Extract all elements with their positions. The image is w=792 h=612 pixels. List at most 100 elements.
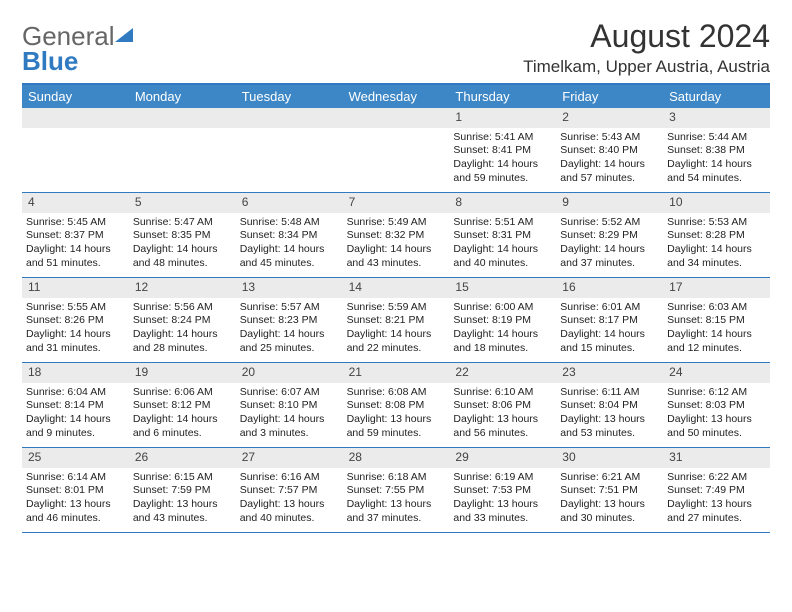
day-cell: 17Sunrise: 6:03 AMSunset: 8:15 PMDayligh…: [663, 278, 770, 362]
brand-logo: General Blue: [22, 18, 133, 73]
day-cell: 14Sunrise: 5:59 AMSunset: 8:21 PMDayligh…: [343, 278, 450, 362]
sunrise-text: Sunrise: 5:59 AM: [347, 301, 446, 315]
weekday-friday: Friday: [556, 85, 663, 108]
daylight-text: Daylight: 14 hours and 25 minutes.: [240, 328, 339, 355]
sunset-text: Sunset: 8:04 PM: [560, 399, 659, 413]
day-number: 21: [343, 363, 450, 383]
day-cell: 13Sunrise: 5:57 AMSunset: 8:23 PMDayligh…: [236, 278, 343, 362]
weekday-header: SundayMondayTuesdayWednesdayThursdayFrid…: [22, 85, 770, 108]
sunset-text: Sunset: 8:14 PM: [26, 399, 125, 413]
day-number: 24: [663, 363, 770, 383]
daylight-text: Daylight: 14 hours and 43 minutes.: [347, 243, 446, 270]
sunset-text: Sunset: 8:12 PM: [133, 399, 232, 413]
sunrise-text: Sunrise: 5:51 AM: [453, 216, 552, 230]
daylight-text: Daylight: 14 hours and 12 minutes.: [667, 328, 766, 355]
sunset-text: Sunset: 8:35 PM: [133, 229, 232, 243]
sunrise-text: Sunrise: 5:45 AM: [26, 216, 125, 230]
day-cell: 11Sunrise: 5:55 AMSunset: 8:26 PMDayligh…: [22, 278, 129, 362]
day-cell: 22Sunrise: 6:10 AMSunset: 8:06 PMDayligh…: [449, 363, 556, 447]
day-cell: 2Sunrise: 5:43 AMSunset: 8:40 PMDaylight…: [556, 108, 663, 192]
weekday-tuesday: Tuesday: [236, 85, 343, 108]
sunrise-text: Sunrise: 5:57 AM: [240, 301, 339, 315]
weekday-saturday: Saturday: [663, 85, 770, 108]
daylight-text: Daylight: 14 hours and 22 minutes.: [347, 328, 446, 355]
day-cell: 15Sunrise: 6:00 AMSunset: 8:19 PMDayligh…: [449, 278, 556, 362]
daylight-text: Daylight: 14 hours and 51 minutes.: [26, 243, 125, 270]
sunset-text: Sunset: 7:55 PM: [347, 484, 446, 498]
daylight-text: Daylight: 13 hours and 46 minutes.: [26, 498, 125, 525]
sunrise-text: Sunrise: 6:22 AM: [667, 471, 766, 485]
week-row: 25Sunrise: 6:14 AMSunset: 8:01 PMDayligh…: [22, 448, 770, 533]
daylight-text: Daylight: 13 hours and 33 minutes.: [453, 498, 552, 525]
weekday-monday: Monday: [129, 85, 236, 108]
daylight-text: Daylight: 14 hours and 40 minutes.: [453, 243, 552, 270]
daylight-text: Daylight: 14 hours and 37 minutes.: [560, 243, 659, 270]
sunset-text: Sunset: 7:59 PM: [133, 484, 232, 498]
sunset-text: Sunset: 8:03 PM: [667, 399, 766, 413]
sunset-text: Sunset: 8:29 PM: [560, 229, 659, 243]
day-cell: 18Sunrise: 6:04 AMSunset: 8:14 PMDayligh…: [22, 363, 129, 447]
title-block: August 2024 Timelkam, Upper Austria, Aus…: [523, 18, 770, 77]
day-number: 9: [556, 193, 663, 213]
day-cell: 9Sunrise: 5:52 AMSunset: 8:29 PMDaylight…: [556, 193, 663, 277]
sunrise-text: Sunrise: 6:18 AM: [347, 471, 446, 485]
day-cell: 26Sunrise: 6:15 AMSunset: 7:59 PMDayligh…: [129, 448, 236, 532]
day-number: 29: [449, 448, 556, 468]
day-cell: 25Sunrise: 6:14 AMSunset: 8:01 PMDayligh…: [22, 448, 129, 532]
day-number: 10: [663, 193, 770, 213]
sunset-text: Sunset: 8:15 PM: [667, 314, 766, 328]
sunrise-text: Sunrise: 5:41 AM: [453, 131, 552, 145]
daylight-text: Daylight: 14 hours and 59 minutes.: [453, 158, 552, 185]
daylight-text: Daylight: 13 hours and 59 minutes.: [347, 413, 446, 440]
daylight-text: Daylight: 14 hours and 18 minutes.: [453, 328, 552, 355]
day-number: 3: [663, 108, 770, 128]
sunrise-text: Sunrise: 6:00 AM: [453, 301, 552, 315]
sunset-text: Sunset: 8:08 PM: [347, 399, 446, 413]
daylight-text: Daylight: 13 hours and 50 minutes.: [667, 413, 766, 440]
day-cell: 19Sunrise: 6:06 AMSunset: 8:12 PMDayligh…: [129, 363, 236, 447]
weekday-sunday: Sunday: [22, 85, 129, 108]
day-number: 15: [449, 278, 556, 298]
sunrise-text: Sunrise: 5:56 AM: [133, 301, 232, 315]
week-row: 1 Sunrise: 5:41 AMSunset: 8:41 PMDaylight…: [22, 108, 770, 193]
calendar: SundayMondayTuesdayWednesdayThursdayFrid…: [22, 83, 770, 533]
day-number: 2: [556, 108, 663, 128]
sunrise-text: Sunrise: 5:53 AM: [667, 216, 766, 230]
daylight-text: Daylight: 14 hours and 15 minutes.: [560, 328, 659, 355]
sunrise-text: Sunrise: 6:12 AM: [667, 386, 766, 400]
daylight-text: Daylight: 14 hours and 48 minutes.: [133, 243, 232, 270]
sunrise-text: Sunrise: 5:48 AM: [240, 216, 339, 230]
header-row: General Blue August 2024 Timelkam, Upper…: [22, 18, 770, 77]
day-number: [22, 108, 129, 128]
sunrise-text: Sunrise: 6:07 AM: [240, 386, 339, 400]
calendar-body: 1Sunrise: 5:41 AMSunset: 8:41 PMDaylight…: [22, 108, 770, 533]
day-cell: 8 Sunrise: 5:51 AMSunset: 8:31 PMDaylight…: [449, 193, 556, 277]
day-number: 19: [129, 363, 236, 383]
month-title: August 2024: [523, 18, 770, 55]
sunrise-text: Sunrise: 6:10 AM: [453, 386, 552, 400]
sunset-text: Sunset: 8:31 PM: [453, 229, 552, 243]
day-cell: 28Sunrise: 6:18 AMSunset: 7:55 PMDayligh…: [343, 448, 450, 532]
day-cell: 24 Sunrise: 6:12 AMSunset: 8:03 PMDayligh…: [663, 363, 770, 447]
day-cell: 20Sunrise: 6:07 AMSunset: 8:10 PMDayligh…: [236, 363, 343, 447]
empty-cell: [236, 108, 343, 192]
sunset-text: Sunset: 8:41 PM: [453, 144, 552, 158]
day-number: 31: [663, 448, 770, 468]
daylight-text: Daylight: 14 hours and 3 minutes.: [240, 413, 339, 440]
day-number: 1: [449, 108, 556, 128]
day-number: 6: [236, 193, 343, 213]
day-number: 8: [449, 193, 556, 213]
sunset-text: Sunset: 8:40 PM: [560, 144, 659, 158]
day-cell: 27Sunrise: 6:16 AMSunset: 7:57 PMDayligh…: [236, 448, 343, 532]
day-number: 12: [129, 278, 236, 298]
empty-cell: [129, 108, 236, 192]
day-number: 22: [449, 363, 556, 383]
sunrise-text: Sunrise: 5:44 AM: [667, 131, 766, 145]
sunset-text: Sunset: 8:28 PM: [667, 229, 766, 243]
day-cell: 5Sunrise: 5:47 AMSunset: 8:35 PMDaylight…: [129, 193, 236, 277]
daylight-text: Daylight: 13 hours and 40 minutes.: [240, 498, 339, 525]
sunrise-text: Sunrise: 5:55 AM: [26, 301, 125, 315]
day-number: 27: [236, 448, 343, 468]
empty-cell: [343, 108, 450, 192]
sunrise-text: Sunrise: 6:21 AM: [560, 471, 659, 485]
